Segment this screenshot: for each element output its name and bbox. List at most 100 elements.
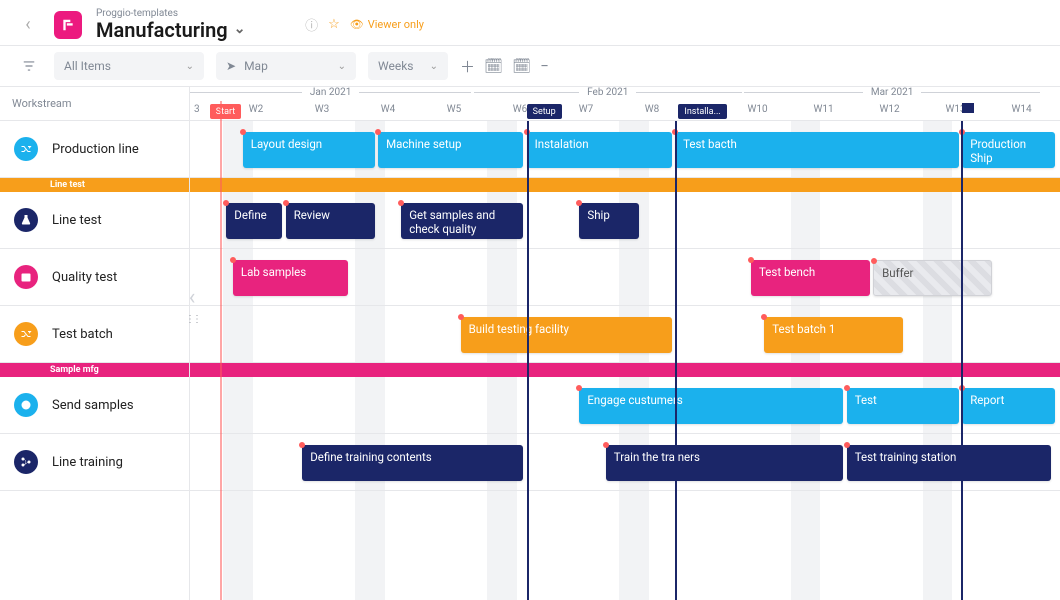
workstream-label: Line training bbox=[52, 455, 123, 470]
task-bar[interactable]: Engage custumers bbox=[579, 388, 843, 424]
task-bar[interactable]: Test bbox=[847, 388, 959, 424]
workstream-label: Production line bbox=[52, 142, 139, 157]
timeline-row: Engage custumers Test Report bbox=[190, 377, 1060, 434]
task-label: Engage custumers bbox=[587, 393, 682, 407]
map-icon: ➤ bbox=[226, 59, 236, 73]
filter-icon[interactable] bbox=[16, 53, 42, 79]
star-icon[interactable]: ☆ bbox=[328, 17, 340, 32]
workstream-row[interactable]: Line test bbox=[0, 192, 189, 249]
task-dot bbox=[844, 385, 850, 391]
chevron-down-icon: ⌄ bbox=[338, 61, 346, 72]
remove-icon[interactable]: − bbox=[540, 57, 549, 75]
workstream-row[interactable]: Send samples bbox=[0, 377, 189, 434]
task-label: Instalation bbox=[535, 137, 589, 151]
task-label: Get samples and check quality bbox=[409, 208, 495, 236]
milestone[interactable]: Installa... bbox=[678, 104, 726, 119]
task-dot bbox=[299, 442, 305, 448]
items-filter-select[interactable]: All Items ⌄ bbox=[54, 52, 204, 80]
task-label: Buffer bbox=[882, 266, 913, 280]
task-bar[interactable]: Test batch 1 bbox=[764, 317, 903, 353]
task-label: Report bbox=[970, 393, 1004, 407]
workstream-label: Send samples bbox=[52, 398, 134, 413]
task-dot bbox=[283, 200, 289, 206]
workstream-row[interactable]: Test batch bbox=[0, 306, 189, 363]
task-dot bbox=[230, 257, 236, 263]
task-bar[interactable]: Layout design bbox=[243, 132, 375, 168]
task-bar[interactable]: Production Ship bbox=[962, 132, 1054, 168]
task-label: Test bacth bbox=[683, 137, 737, 151]
timeline-row: Define training contents Train the traine… bbox=[190, 434, 1060, 491]
task-label: Test training station bbox=[855, 450, 957, 464]
timeline[interactable]: Jan 2021Feb 2021Mar 2021 3 W2W3W4W5W6W7W… bbox=[190, 87, 1060, 600]
globe-icon bbox=[14, 393, 38, 417]
calendar-icon[interactable]: 🗓 bbox=[512, 57, 531, 75]
task-label: Layout design bbox=[251, 137, 322, 151]
task-label: Build testing facility bbox=[469, 322, 569, 336]
month-label: Mar 2021 bbox=[863, 87, 922, 98]
task-dot bbox=[576, 385, 582, 391]
sidebar: Workstream Production line Line test Line … bbox=[0, 87, 190, 600]
task-bar[interactable]: Lab samples bbox=[233, 260, 349, 296]
title-chevron-icon[interactable]: ⌄ bbox=[234, 22, 246, 37]
task-bar[interactable]: Test bench bbox=[751, 260, 870, 296]
task-bar[interactable]: Build testing facility bbox=[461, 317, 672, 353]
task-dot bbox=[375, 129, 381, 135]
viewer-badge: 👁 Viewer only bbox=[350, 18, 424, 31]
sidebar-collapse-handle[interactable]: ‹⋮⋮ bbox=[185, 287, 199, 323]
task-bar[interactable]: Train the trainers bbox=[606, 445, 844, 481]
task-dot bbox=[844, 442, 850, 448]
task-bar[interactable]: Test bacth bbox=[675, 132, 959, 168]
info-icon[interactable]: ⓘ bbox=[305, 15, 318, 34]
branch-icon bbox=[14, 450, 38, 474]
group-label: Sample mfg bbox=[0, 363, 189, 377]
task-bar[interactable]: Buffer bbox=[873, 260, 992, 296]
today-marker bbox=[220, 101, 222, 600]
task-dot bbox=[398, 200, 404, 206]
timeline-row: Lab samples Test bench Buffer bbox=[190, 249, 1060, 306]
task-bar[interactable]: Machine setup bbox=[378, 132, 523, 168]
workstream-row[interactable]: Production line bbox=[0, 121, 189, 178]
workstream-label: Quality test bbox=[52, 270, 117, 285]
task-bar[interactable]: Test training station bbox=[847, 445, 1052, 481]
eye-icon: 👁 bbox=[350, 18, 364, 31]
calendar-add-icon[interactable]: 🗓 bbox=[484, 57, 503, 75]
milestone[interactable]: Start bbox=[210, 104, 241, 119]
add-icon[interactable]: ＋ bbox=[460, 56, 475, 77]
task-bar[interactable]: Ship bbox=[579, 203, 638, 239]
task-bar[interactable]: Review bbox=[286, 203, 375, 239]
shuffle-icon bbox=[14, 322, 38, 346]
month-label: Feb 2021 bbox=[579, 87, 636, 98]
task-dot bbox=[871, 258, 877, 264]
task-label: Machine setup bbox=[386, 137, 461, 151]
task-dot bbox=[458, 314, 464, 320]
milestone[interactable]: Setup bbox=[527, 104, 562, 119]
workstream-label: Test batch bbox=[52, 327, 113, 342]
task-bar[interactable]: Get samples and check quality bbox=[401, 203, 523, 239]
timeline-row: Layout design Machine setup Instalation Tes… bbox=[190, 121, 1060, 178]
back-button[interactable]: ‹ bbox=[16, 13, 40, 37]
task-label: Test bbox=[855, 393, 877, 407]
chevron-down-icon: ⌄ bbox=[430, 61, 438, 72]
task-dot bbox=[761, 314, 767, 320]
timeline-row: Define Review Get samples and check qualit… bbox=[190, 192, 1060, 249]
view-mode-select[interactable]: ➤ Map ⌄ bbox=[216, 52, 356, 80]
task-bar[interactable]: Instalation bbox=[527, 132, 672, 168]
chevron-down-icon: ⌄ bbox=[186, 61, 194, 72]
task-dot bbox=[240, 129, 246, 135]
month-label: Jan 2021 bbox=[302, 87, 359, 98]
flag-icon[interactable] bbox=[962, 103, 974, 113]
task-label: Review bbox=[294, 208, 330, 222]
flask-icon bbox=[14, 208, 38, 232]
workstream-row[interactable]: Line training bbox=[0, 434, 189, 491]
task-label: Train the trainers bbox=[614, 450, 700, 464]
task-bar[interactable]: Define training contents bbox=[302, 445, 523, 481]
task-label: Production Ship bbox=[970, 137, 1026, 165]
task-dot bbox=[748, 257, 754, 263]
timescale-select[interactable]: Weeks ⌄ bbox=[368, 52, 448, 80]
task-bar[interactable]: Define bbox=[226, 203, 282, 239]
task-label: Test bench bbox=[759, 265, 815, 279]
task-label: Define bbox=[234, 208, 266, 222]
task-bar[interactable]: Report bbox=[962, 388, 1054, 424]
workstream-row[interactable]: Quality test bbox=[0, 249, 189, 306]
workstream-heading: Workstream bbox=[0, 87, 189, 121]
